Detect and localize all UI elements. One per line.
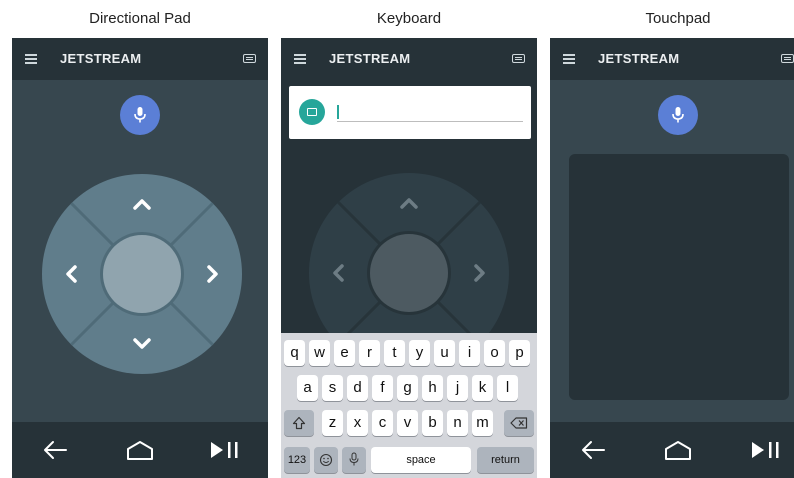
key-n[interactable]: n bbox=[447, 410, 468, 436]
chevron-right-icon bbox=[207, 265, 218, 283]
dpad-left-button[interactable] bbox=[327, 261, 351, 285]
dpad-right-button[interactable] bbox=[467, 261, 491, 285]
key-d[interactable]: d bbox=[347, 375, 368, 401]
play-pause-button[interactable] bbox=[209, 438, 243, 467]
key-c[interactable]: c bbox=[372, 410, 393, 436]
key-j[interactable]: j bbox=[447, 375, 468, 401]
dpad-down-button[interactable] bbox=[130, 332, 154, 356]
voice-key[interactable] bbox=[342, 447, 366, 473]
back-button[interactable] bbox=[580, 438, 606, 467]
key-u[interactable]: u bbox=[434, 340, 455, 366]
dpad-up-button[interactable] bbox=[397, 191, 421, 215]
chevron-left-icon bbox=[333, 264, 344, 282]
app-bar: JETSTREAM bbox=[12, 38, 268, 80]
backspace-key[interactable] bbox=[504, 410, 534, 436]
key-v[interactable]: v bbox=[397, 410, 418, 436]
keyboard-icon[interactable] bbox=[781, 54, 794, 63]
touchpad-area[interactable] bbox=[569, 154, 789, 400]
keyboard-badge-icon bbox=[299, 99, 325, 125]
back-arrow-icon bbox=[582, 441, 605, 459]
key-a[interactable]: a bbox=[297, 375, 318, 401]
return-key[interactable]: return bbox=[477, 447, 534, 473]
back-arrow-icon bbox=[44, 441, 67, 459]
play-pause-button[interactable] bbox=[750, 438, 784, 467]
home-icon bbox=[127, 441, 153, 460]
dpad-right-button[interactable] bbox=[200, 262, 224, 286]
dpad-left-button[interactable] bbox=[60, 262, 84, 286]
directional-pad bbox=[42, 174, 242, 374]
directional-pad-screen: JETSTREAM bbox=[12, 38, 268, 478]
key-y[interactable]: y bbox=[409, 340, 430, 366]
app-bar: JETSTREAM bbox=[550, 38, 794, 80]
play-pause-icon bbox=[752, 442, 779, 458]
space-key[interactable]: space bbox=[371, 447, 471, 473]
key-w[interactable]: w bbox=[309, 340, 330, 366]
microphone-button[interactable] bbox=[658, 95, 698, 135]
dpad-select-button[interactable] bbox=[103, 235, 181, 313]
touchpad-screen: JETSTREAM bbox=[550, 38, 794, 478]
shift-icon bbox=[292, 416, 306, 430]
key-l[interactable]: l bbox=[497, 375, 518, 401]
app-bar: JETSTREAM bbox=[281, 38, 537, 80]
key-e[interactable]: e bbox=[334, 340, 355, 366]
dpad-select-button[interactable] bbox=[370, 234, 448, 312]
microphone-icon bbox=[672, 107, 684, 123]
key-f[interactable]: f bbox=[372, 375, 393, 401]
hamburger-menu-icon[interactable] bbox=[25, 54, 37, 64]
keyboard-icon[interactable] bbox=[243, 54, 256, 63]
key-i[interactable]: i bbox=[459, 340, 480, 366]
keyboard-screen: JETSTREAM q w e r t y u i o p a s d f g … bbox=[281, 38, 537, 478]
chevron-up-icon bbox=[133, 199, 151, 210]
key-s[interactable]: s bbox=[322, 375, 343, 401]
text-input-card bbox=[289, 86, 531, 139]
key-m[interactable]: m bbox=[472, 410, 493, 436]
microphone-icon bbox=[349, 452, 359, 466]
chevron-down-icon bbox=[133, 338, 151, 349]
microphone-icon bbox=[134, 107, 146, 123]
keyboard-icon[interactable] bbox=[512, 54, 525, 63]
backspace-icon bbox=[510, 417, 528, 429]
key-z[interactable]: z bbox=[322, 410, 343, 436]
home-button[interactable] bbox=[663, 438, 693, 467]
hamburger-menu-icon[interactable] bbox=[294, 54, 306, 64]
on-screen-keyboard: q w e r t y u i o p a s d f g h j k l z … bbox=[281, 333, 537, 478]
play-pause-icon bbox=[211, 442, 238, 458]
bottom-nav-bar bbox=[550, 422, 794, 478]
key-o[interactable]: o bbox=[484, 340, 505, 366]
caption-keyboard: Keyboard bbox=[376, 10, 442, 27]
numbers-key[interactable]: 123 bbox=[284, 447, 310, 473]
key-r[interactable]: r bbox=[359, 340, 380, 366]
caption-directional-pad: Directional Pad bbox=[89, 10, 191, 27]
home-icon bbox=[665, 441, 691, 460]
text-input[interactable] bbox=[337, 102, 523, 122]
text-cursor bbox=[337, 105, 339, 119]
dpad-up-button[interactable] bbox=[130, 192, 154, 216]
chevron-right-icon bbox=[474, 264, 485, 282]
caption-touchpad: Touchpad bbox=[645, 10, 711, 27]
key-k[interactable]: k bbox=[472, 375, 493, 401]
back-button[interactable] bbox=[42, 438, 68, 467]
key-p[interactable]: p bbox=[509, 340, 530, 366]
emoji-icon bbox=[319, 453, 333, 467]
home-button[interactable] bbox=[125, 438, 155, 467]
key-h[interactable]: h bbox=[422, 375, 443, 401]
emoji-key[interactable] bbox=[314, 447, 338, 473]
hamburger-menu-icon[interactable] bbox=[563, 54, 575, 64]
key-q[interactable]: q bbox=[284, 340, 305, 366]
app-title: JETSTREAM bbox=[598, 51, 680, 66]
key-b[interactable]: b bbox=[422, 410, 443, 436]
microphone-button[interactable] bbox=[120, 95, 160, 135]
key-x[interactable]: x bbox=[347, 410, 368, 436]
bottom-nav-bar bbox=[12, 422, 268, 478]
chevron-left-icon bbox=[66, 265, 77, 283]
app-title: JETSTREAM bbox=[329, 51, 411, 66]
app-title: JETSTREAM bbox=[60, 51, 142, 66]
key-g[interactable]: g bbox=[397, 375, 418, 401]
shift-key[interactable] bbox=[284, 410, 314, 436]
chevron-up-icon bbox=[400, 198, 418, 209]
key-t[interactable]: t bbox=[384, 340, 405, 366]
